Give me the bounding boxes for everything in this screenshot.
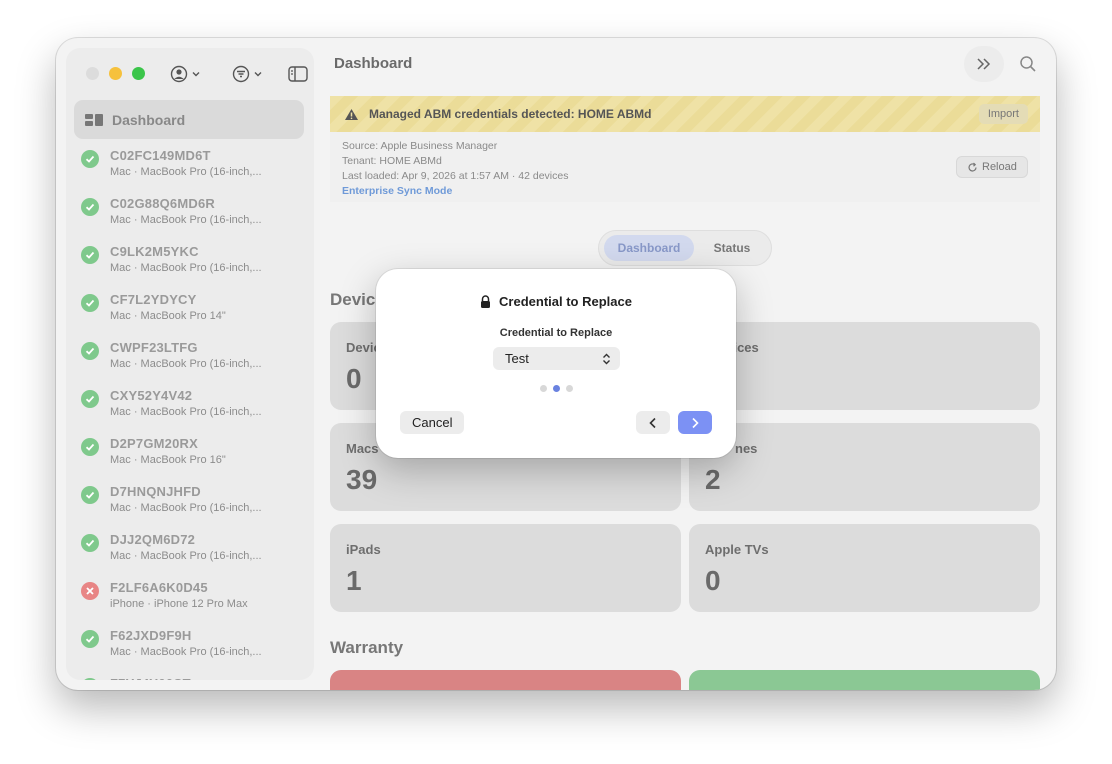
- lock-icon: [481, 295, 491, 308]
- back-button[interactable]: [636, 411, 670, 434]
- up-down-chevron-icon: [603, 353, 610, 364]
- dialog-title: Credential to Replace: [376, 294, 736, 309]
- step-dot: [553, 385, 560, 392]
- chevron-left-icon: [649, 417, 656, 428]
- chevron-right-icon: [692, 417, 699, 428]
- step-dot: [540, 385, 547, 392]
- credential-select-value: Test: [505, 351, 529, 366]
- next-button[interactable]: [678, 411, 712, 434]
- app-window: Dashboard C02FC149MD6T Mac · MacBook Pro …: [56, 38, 1056, 690]
- step-indicator: [540, 385, 573, 392]
- cancel-button[interactable]: Cancel: [400, 411, 465, 434]
- credential-select[interactable]: Test: [493, 347, 620, 370]
- credential-replace-dialog: Credential to Replace Credential to Repl…: [376, 269, 736, 458]
- credential-field-label: Credential to Replace: [499, 327, 613, 339]
- step-dot: [566, 385, 573, 392]
- dialog-title-text: Credential to Replace: [499, 294, 632, 309]
